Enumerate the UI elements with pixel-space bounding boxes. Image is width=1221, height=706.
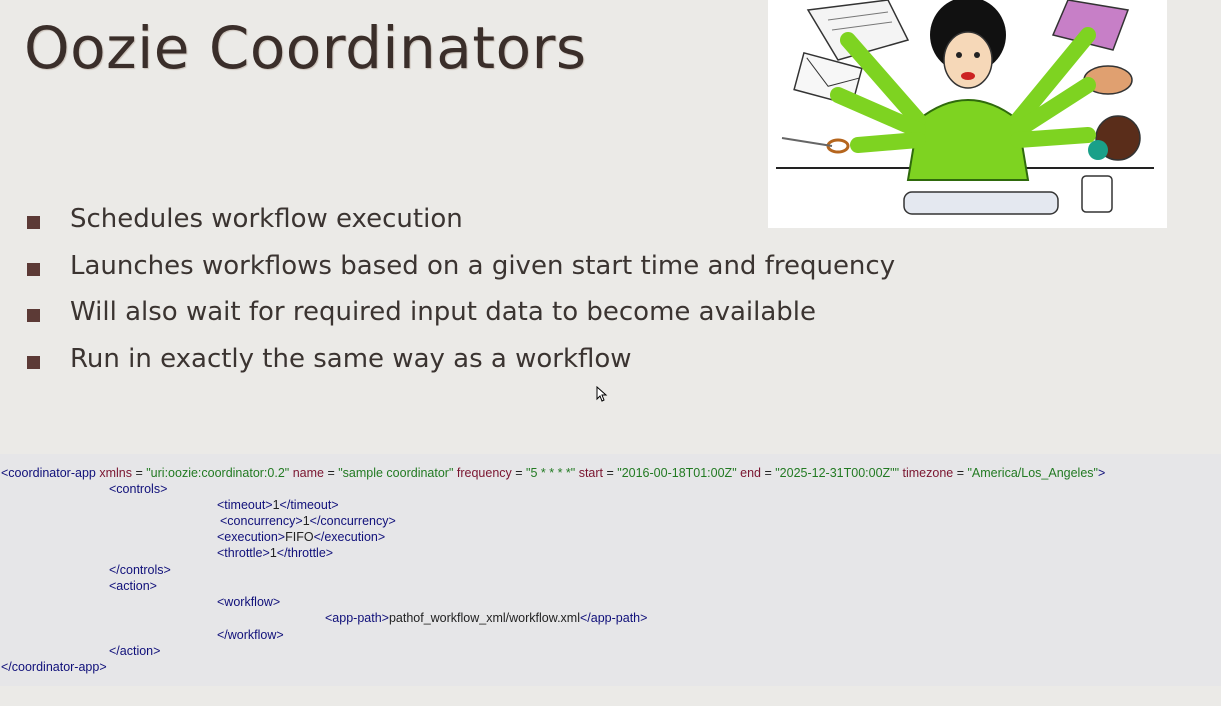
mouse-pointer-icon xyxy=(596,385,608,406)
code-line-root-close: </coordinator-app> xyxy=(1,660,107,674)
xml-tag: <coordinator-app xyxy=(1,466,96,480)
code-line-workflow-open: <workflow> xyxy=(217,595,281,609)
xml-value: "uri:oozie:coordinator:0.2" xyxy=(146,466,290,480)
xml-text: pathof_workflow_xml/workflow.xml xyxy=(388,611,580,625)
multitasking-illustration xyxy=(768,0,1167,228)
bullet-item: Launches workflows based on a given star… xyxy=(26,249,926,289)
code-line-execution: <execution>FIFO</execution> xyxy=(217,530,385,544)
code-line-root-open: <coordinator-app xmlns = "uri:oozie:coor… xyxy=(1,466,1105,480)
bullet-text: Launches workflows based on a given star… xyxy=(70,251,896,281)
bullet-item: Will also wait for required input data t… xyxy=(26,295,926,335)
xml-eq: = xyxy=(131,466,147,480)
xml-text: 1 xyxy=(269,546,277,560)
code-line-action-open: <action> xyxy=(109,579,157,593)
bullet-item: Run in exactly the same way as a workflo… xyxy=(26,342,926,382)
code-line-workflow-close: </workflow> xyxy=(217,628,284,642)
xml-tag: <timeout> xyxy=(217,498,273,512)
xml-tag: </execution> xyxy=(313,530,386,544)
code-line-concurrency: <concurrency>1</concurrency> xyxy=(220,514,396,528)
xml-eq: = xyxy=(603,466,618,480)
xml-tag: <app-path> xyxy=(325,611,389,625)
xml-value: "sample coordinator" xyxy=(338,466,454,480)
xml-attr: timezone xyxy=(899,466,954,480)
xml-attr: name xyxy=(289,466,324,480)
xml-eq: = xyxy=(323,466,339,480)
xml-attr: end xyxy=(736,466,761,480)
code-line-app-path: <app-path>pathof_workflow_xml/workflow.x… xyxy=(325,611,647,625)
xml-attr: frequency xyxy=(453,466,512,480)
xml-attr: xmlns xyxy=(95,466,132,480)
xml-attr: start xyxy=(575,466,604,480)
code-line-throttle: <throttle>1</throttle> xyxy=(217,546,333,560)
bullet-square-icon xyxy=(27,309,40,322)
xml-code-block: <coordinator-app xmlns = "uri:oozie:coor… xyxy=(0,454,1221,686)
xml-eq: = xyxy=(760,466,776,480)
bullet-square-icon xyxy=(27,216,40,229)
bullet-text: Run in exactly the same way as a workflo… xyxy=(70,344,632,374)
bullet-item: Schedules workflow execution xyxy=(26,202,926,242)
code-line-controls-close: </controls> xyxy=(109,563,171,577)
bullet-text: Schedules workflow execution xyxy=(70,204,463,234)
xml-text: 1 xyxy=(302,514,310,528)
xml-tag: </timeout> xyxy=(279,498,339,512)
xml-value: "5 * * * *" xyxy=(526,466,576,480)
xml-value: "America/Los_Angeles" xyxy=(967,466,1098,480)
multitasking-woman-icon xyxy=(776,0,1154,215)
slide-title: Oozie Coordinators xyxy=(24,14,587,82)
bullet-square-icon xyxy=(27,356,40,369)
xml-tag: </throttle> xyxy=(276,546,334,560)
xml-tag: <execution> xyxy=(217,530,286,544)
xml-value: "2016-00-18T01:00Z" xyxy=(617,466,737,480)
xml-text: 1 xyxy=(272,498,280,512)
xml-eq: = xyxy=(953,466,968,480)
code-line-timeout: <timeout>1</timeout> xyxy=(217,498,339,512)
bullet-text: Will also wait for required input data t… xyxy=(70,297,817,327)
bullet-square-icon xyxy=(27,263,40,276)
code-line-action-close: </action> xyxy=(109,644,161,658)
xml-tag: <concurrency> xyxy=(220,514,303,528)
xml-tag: > xyxy=(1097,466,1106,480)
xml-tag: </app-path> xyxy=(580,611,648,625)
xml-eq: = xyxy=(511,466,527,480)
code-line-controls-open: <controls> xyxy=(109,482,168,496)
xml-value: "2025-12-31T00:00Z"" xyxy=(775,466,900,480)
xml-text: FIFO xyxy=(285,530,314,544)
xml-tag: </concurrency> xyxy=(309,514,396,528)
xml-tag: <throttle> xyxy=(217,546,270,560)
